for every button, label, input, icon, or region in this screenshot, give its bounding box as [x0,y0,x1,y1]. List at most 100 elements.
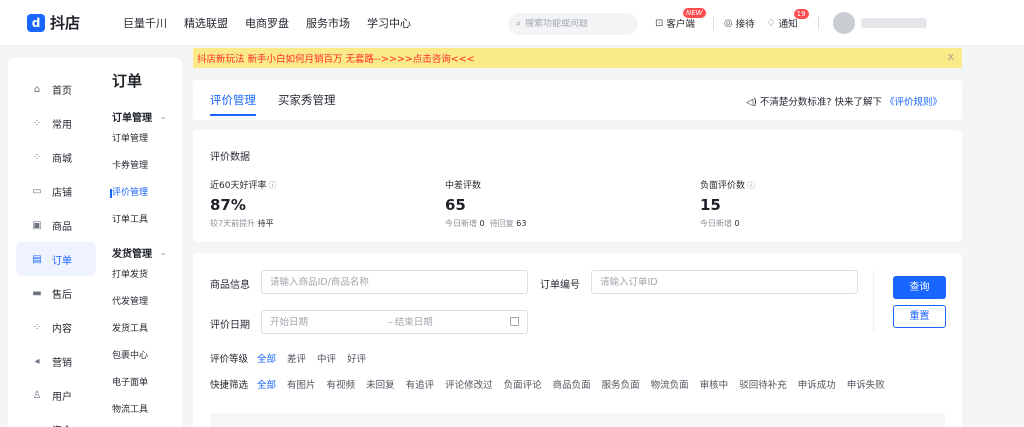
search-input[interactable] [525,19,634,29]
sub-nav-item[interactable]: 打单发货 [112,262,182,289]
sub-nav-item[interactable]: 电子面单 [112,370,182,397]
quick-option[interactable]: 有追评 [406,377,435,391]
sub-nav-item[interactable]: 物流工具 [112,397,182,424]
level-option-all[interactable]: 全部 [257,351,276,365]
info-icon[interactable]: ⓘ [268,181,276,190]
stat-sub-value: 0 [734,219,740,228]
sub-nav-item[interactable]: 订单管理 [112,126,182,153]
quick-option[interactable]: 有视频 [327,377,356,391]
filter-card: 商品信息 订单编号 评价日期 – 查询 重置 评价等级 全部 差评 中评 好评 … [193,253,962,427]
sub-nav-item[interactable]: 订单工具 [112,207,182,234]
sidebar-item-store[interactable]: ▭ 店铺 [16,174,96,208]
nav-group-shipping-management[interactable]: 发货管理 ⌄ [112,242,182,262]
stat-sub-value: 63 [516,219,527,228]
notification-count-badge: 19 [793,9,809,19]
quick-option[interactable]: 服务负面 [602,377,640,391]
banner-text[interactable]: 抖店新玩法 新手小白如何月销百万 无套路-->>>>点击咨询<<< [197,51,475,65]
chevron-down-icon: ⌄ [160,111,167,121]
stat-sub: 较7天前提升 持平 [210,218,410,229]
customer-service-button[interactable]: ⊡ 客户端 NEW [655,8,706,30]
download-icon: ⊡ [655,17,664,29]
quick-option[interactable]: 商品负面 [553,377,591,391]
review-date-label: 评价日期 [210,320,250,331]
sidebar-item-home[interactable]: ⌂ 首页 [16,72,96,106]
sidebar-item-frequent[interactable]: ⁘ 常用 [16,106,96,140]
review-level-label: 评价等级 [210,354,249,365]
aftersale-icon: ▬ [32,287,42,299]
sub-nav-item[interactable]: 卡券管理 [112,153,182,180]
quick-option[interactable]: 评论修改过 [445,377,493,391]
sub-nav-item-active[interactable]: 评价管理 [110,180,182,207]
marketing-icon: ◂ [34,355,40,367]
stat-sub-value: 持平 [257,219,274,228]
promo-banner[interactable]: 抖店新玩法 新手小白如何月销百万 无套路-->>>>点击咨询<<< x [193,48,962,68]
tab-buyer-show[interactable]: 买家秀管理 [278,92,336,108]
divider [712,16,714,30]
grid-icon: ⁘ [32,117,42,129]
quick-option[interactable]: 有图片 [287,377,316,391]
sidebar-item-mall[interactable]: ⁘ 商城 [16,140,96,174]
level-option-bad[interactable]: 差评 [287,351,306,365]
tab-review-management[interactable]: 评价管理 [210,92,256,108]
user-menu[interactable] [832,12,927,34]
quick-option[interactable]: 全部 [257,377,276,391]
product-info-input[interactable] [261,270,528,294]
stat-label-text: 负面评价数 [700,181,746,191]
sidebar-item-goods[interactable]: ▣ 商品 [16,208,96,242]
reset-button[interactable]: 重置 [893,305,946,328]
calendar-icon[interactable] [510,317,519,326]
quick-option[interactable]: 申诉失败 [847,377,885,391]
order-id-input[interactable] [591,270,858,294]
sidebar-item-marketing[interactable]: ◂ 营销 [16,344,96,378]
sub-nav-item[interactable]: 代发管理 [112,289,182,316]
top-nav-item[interactable]: 巨量千川 [123,15,167,31]
quick-option[interactable]: 审核中 [700,377,729,391]
nav-group-label: 发货管理 [112,248,152,260]
sub-nav-item[interactable]: 发货工具 [112,316,182,343]
sidebar-item-label: 首页 [52,85,72,97]
top-right-actions: ⊡ 客户端 NEW ◎ 接待 ♢ 通知 19 [655,0,927,46]
sub-nav-item[interactable]: 包裹中心 [112,343,182,370]
logo[interactable]: d 抖店 [27,12,115,33]
top-nav-item[interactable]: 精选联盟 [184,15,228,31]
nav-group-label: 订单管理 [112,112,152,124]
level-option-good[interactable]: 好评 [347,351,366,365]
sidebar-item-label: 常用 [52,119,72,131]
top-nav-item[interactable]: 服务市场 [306,15,350,31]
stat-label-text: 近60天好评率 [210,181,267,191]
sidebar-item-content[interactable]: ⁘ 内容 [16,310,96,344]
end-date-input[interactable] [394,316,495,328]
stat-sub-label: 今日新增 [445,219,477,228]
info-icon[interactable]: ⓘ [747,181,755,190]
home-icon: ⌂ [33,83,41,95]
quick-option[interactable]: 申诉成功 [798,377,836,391]
rule-note: ◁) 不清楚分数标准? 快来了解下 《评价规则》 [746,94,942,108]
rule-link[interactable]: 《评价规则》 [885,97,942,108]
quick-option[interactable]: 负面评论 [504,377,542,391]
close-icon[interactable]: x [947,50,954,63]
sidebar-item-label: 资金 [52,422,72,427]
search-icon: ⌕ [516,19,522,29]
sidebar-item-label: 商品 [52,221,72,233]
sidebar-item-users[interactable]: ♙ 用户 [16,378,96,412]
quick-filter-label: 快捷筛选 [210,380,249,391]
quick-option[interactable]: 未回复 [366,377,395,391]
quick-option[interactable]: 驳回待补充 [739,377,787,391]
sidebar-item-orders[interactable]: ▤ 订单 [16,242,96,276]
sidebar-item-aftersale[interactable]: ▬ 售后 [16,276,96,310]
query-button[interactable]: 查询 [893,276,946,299]
start-date-input[interactable] [270,316,370,328]
level-option-mid[interactable]: 中评 [317,351,336,365]
notification-button[interactable]: ♢ 通知 19 [767,9,809,30]
date-range-picker[interactable]: – [261,310,528,334]
top-nav-item[interactable]: 电商罗盘 [245,15,289,31]
order-id-label: 订单编号 [540,280,580,291]
nav-group-order-management[interactable]: 订单管理 ⌄ [112,106,182,126]
stat-sub-label: 较7天前提升 [210,219,256,228]
reception-button[interactable]: ◎ 接待 [724,16,755,31]
sidebar-item-label: 用户 [52,391,72,403]
top-nav-item[interactable]: 学习中心 [367,15,411,31]
sidebar-item-funds[interactable]: ▭ 资金 [16,412,96,427]
quick-option[interactable]: 物流负面 [651,377,689,391]
stat-sub: 今日新增 0 [700,218,900,229]
